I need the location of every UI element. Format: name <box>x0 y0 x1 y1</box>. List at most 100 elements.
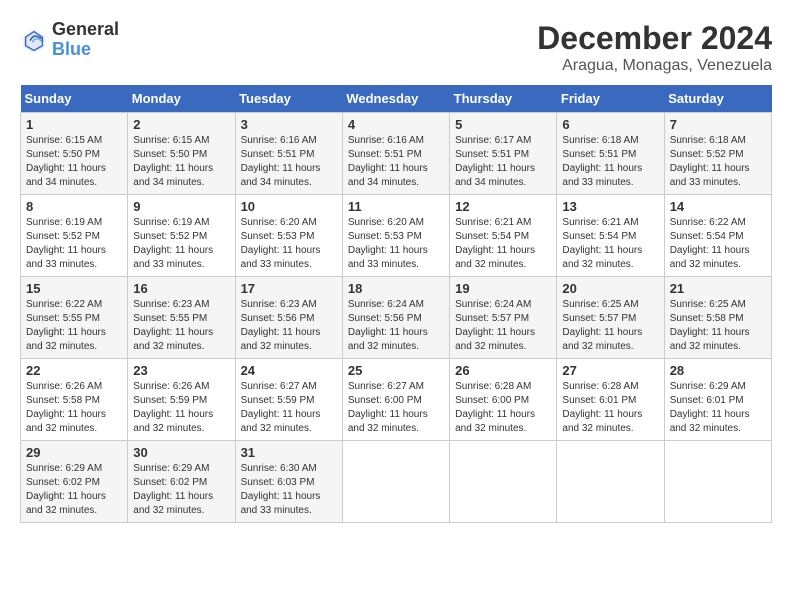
daylight-label: Daylight: 11 hours and 32 minutes. <box>670 409 750 434</box>
day-number: 31 <box>241 445 337 460</box>
day-info: Sunrise: 6:25 AMSunset: 5:58 PMDaylight:… <box>670 298 766 354</box>
day-number: 8 <box>26 199 122 214</box>
calendar-table: SundayMondayTuesdayWednesdayThursdayFrid… <box>20 85 772 523</box>
sunset-label: Sunset: 5:59 PM <box>133 395 207 406</box>
day-number: 7 <box>670 117 766 132</box>
weekday-header-row: SundayMondayTuesdayWednesdayThursdayFrid… <box>21 85 772 113</box>
calendar-cell: 17Sunrise: 6:23 AMSunset: 5:56 PMDayligh… <box>235 277 342 359</box>
sunrise-label: Sunrise: 6:25 AM <box>562 299 638 310</box>
logo-text: General Blue <box>52 20 119 60</box>
calendar-cell: 14 Sunrise: 6:22 AMSunset: 5:54 PMDayligh… <box>664 195 771 277</box>
weekday-header-tuesday: Tuesday <box>235 85 342 113</box>
daylight-label: Daylight: 11 hours and 32 minutes. <box>133 491 213 516</box>
day-info: Sunrise: 6:29 AMSunset: 6:02 PMDaylight:… <box>133 462 229 518</box>
sunset-label: Sunset: 5:58 PM <box>670 313 744 324</box>
daylight-label: Daylight: 11 hours and 32 minutes. <box>455 245 535 270</box>
week-row-3: 15 Sunrise: 6:22 AM Sunset: 5:55 PM Dayligh… <box>21 277 772 359</box>
sunset-label: Sunset: 5:52 PM <box>26 231 100 242</box>
sunset-label: Sunset: 5:51 PM <box>562 149 636 160</box>
sunrise-label: Sunrise: 6:28 AM <box>455 381 531 392</box>
sunset-label: Sunset: 6:01 PM <box>562 395 636 406</box>
calendar-cell: 13Sunrise: 6:21 AMSunset: 5:54 PMDayligh… <box>557 195 664 277</box>
calendar-cell: 20Sunrise: 6:25 AMSunset: 5:57 PMDayligh… <box>557 277 664 359</box>
sunset-label: Sunset: 5:54 PM <box>670 231 744 242</box>
day-number: 17 <box>241 281 337 296</box>
sunrise-label: Sunrise: 6:15 AM <box>133 135 209 146</box>
day-info: Sunrise: 6:29 AMSunset: 6:02 PMDaylight:… <box>26 462 122 518</box>
calendar-cell: 22Sunrise: 6:26 AMSunset: 5:58 PMDayligh… <box>21 359 128 441</box>
sunset-label: Sunset: 5:56 PM <box>241 313 315 324</box>
sunset-label: Sunset: 5:57 PM <box>562 313 636 324</box>
sunset-label: Sunset: 6:03 PM <box>241 477 315 488</box>
sunset-label: Sunset: 5:57 PM <box>455 313 529 324</box>
calendar-cell: 6Sunrise: 6:18 AMSunset: 5:51 PMDaylight… <box>557 113 664 195</box>
day-info: Sunrise: 6:20 AMSunset: 5:53 PMDaylight:… <box>348 216 444 272</box>
day-number: 6 <box>562 117 658 132</box>
calendar-cell: 23Sunrise: 6:26 AMSunset: 5:59 PMDayligh… <box>128 359 235 441</box>
day-info: Sunrise: 6:22 AMSunset: 5:54 PMDaylight:… <box>670 216 766 272</box>
sunrise-label: Sunrise: 6:23 AM <box>133 299 209 310</box>
calendar-cell: 2Sunrise: 6:15 AMSunset: 5:50 PMDaylight… <box>128 113 235 195</box>
day-number: 13 <box>562 199 658 214</box>
daylight-label: Daylight: 11 hours and 34 minutes. <box>26 163 106 188</box>
sunrise-label: Sunrise: 6:22 AM <box>26 299 102 310</box>
day-number: 2 <box>133 117 229 132</box>
day-number: 30 <box>133 445 229 460</box>
day-number: 24 <box>241 363 337 378</box>
sunrise-label: Sunrise: 6:30 AM <box>241 463 317 474</box>
sunset-label: Sunset: 5:54 PM <box>562 231 636 242</box>
sunrise-label: Sunrise: 6:27 AM <box>241 381 317 392</box>
day-info: Sunrise: 6:23 AMSunset: 5:55 PMDaylight:… <box>133 298 229 354</box>
day-info: Sunrise: 6:21 AMSunset: 5:54 PMDaylight:… <box>562 216 658 272</box>
sunrise-label: Sunrise: 6:15 AM <box>26 135 102 146</box>
daylight-label: Daylight: 11 hours and 32 minutes. <box>26 327 106 352</box>
sunrise-label: Sunrise: 6:21 AM <box>562 217 638 228</box>
sunrise-label: Sunrise: 6:29 AM <box>133 463 209 474</box>
day-number: 15 <box>26 281 122 296</box>
day-number: 3 <box>241 117 337 132</box>
day-info: Sunrise: 6:28 AMSunset: 6:01 PMDaylight:… <box>562 380 658 436</box>
calendar-cell <box>342 441 449 523</box>
sunset-label: Sunset: 5:55 PM <box>133 313 207 324</box>
daylight-label: Daylight: 11 hours and 33 minutes. <box>241 245 321 270</box>
calendar-cell <box>557 441 664 523</box>
sunrise-label: Sunrise: 6:16 AM <box>241 135 317 146</box>
daylight-label: Daylight: 11 hours and 32 minutes. <box>241 409 321 434</box>
day-number: 28 <box>670 363 766 378</box>
weekday-header-sunday: Sunday <box>21 85 128 113</box>
sunrise-label: Sunrise: 6:18 AM <box>670 135 746 146</box>
logo: General Blue <box>20 20 119 60</box>
day-number: 19 <box>455 281 551 296</box>
day-info: Sunrise: 6:18 AMSunset: 5:51 PMDaylight:… <box>562 134 658 190</box>
calendar-cell: 1Sunrise: 6:15 AMSunset: 5:50 PMDaylight… <box>21 113 128 195</box>
logo-icon <box>20 26 48 54</box>
sunrise-label: Sunrise: 6:24 AM <box>455 299 531 310</box>
day-info: Sunrise: 6:15 AMSunset: 5:50 PMDaylight:… <box>26 134 122 190</box>
day-number: 27 <box>562 363 658 378</box>
logo-blue: Blue <box>52 40 119 60</box>
daylight-label: Daylight: 11 hours and 32 minutes. <box>562 327 642 352</box>
day-number: 26 <box>455 363 551 378</box>
calendar-cell: 11Sunrise: 6:20 AMSunset: 5:53 PMDayligh… <box>342 195 449 277</box>
calendar-cell: 27 Sunrise: 6:28 AMSunset: 6:01 PMDayligh… <box>557 359 664 441</box>
day-info: Sunrise: 6:17 AMSunset: 5:51 PMDaylight:… <box>455 134 551 190</box>
sunrise-label: Sunrise: 6:24 AM <box>348 299 424 310</box>
sunset-label: Sunset: 5:59 PM <box>241 395 315 406</box>
day-number: 29 <box>26 445 122 460</box>
calendar-cell: 15Sunrise: 6:22 AMSunset: 5:55 PMDayligh… <box>21 277 128 359</box>
sunrise-label: Sunrise: 6:18 AM <box>562 135 638 146</box>
daylight-label: Daylight: 11 hours and 32 minutes. <box>562 409 642 434</box>
day-info: Sunrise: 6:28 AMSunset: 6:00 PMDaylight:… <box>455 380 551 436</box>
calendar-cell <box>664 441 771 523</box>
day-number: 10 <box>241 199 337 214</box>
page-header: General Blue December 2024 Aragua, Monag… <box>20 20 772 75</box>
day-info: Sunrise: 6:27 AMSunset: 6:00 PMDaylight:… <box>348 380 444 436</box>
day-number: 14 <box>670 199 766 214</box>
calendar-cell: 25 Sunrise: 6:27 AMSunset: 6:00 PMDayligh… <box>342 359 449 441</box>
sunrise-label: Sunrise: 6:25 AM <box>670 299 746 310</box>
weekday-header-thursday: Thursday <box>450 85 557 113</box>
day-number: 25 <box>348 363 444 378</box>
daylight-label: Daylight: 11 hours and 33 minutes. <box>133 245 213 270</box>
sunset-label: Sunset: 5:54 PM <box>455 231 529 242</box>
calendar-cell: 29 Sunrise: 6:29 AMSunset: 6:02 PMDayligh… <box>21 441 128 523</box>
